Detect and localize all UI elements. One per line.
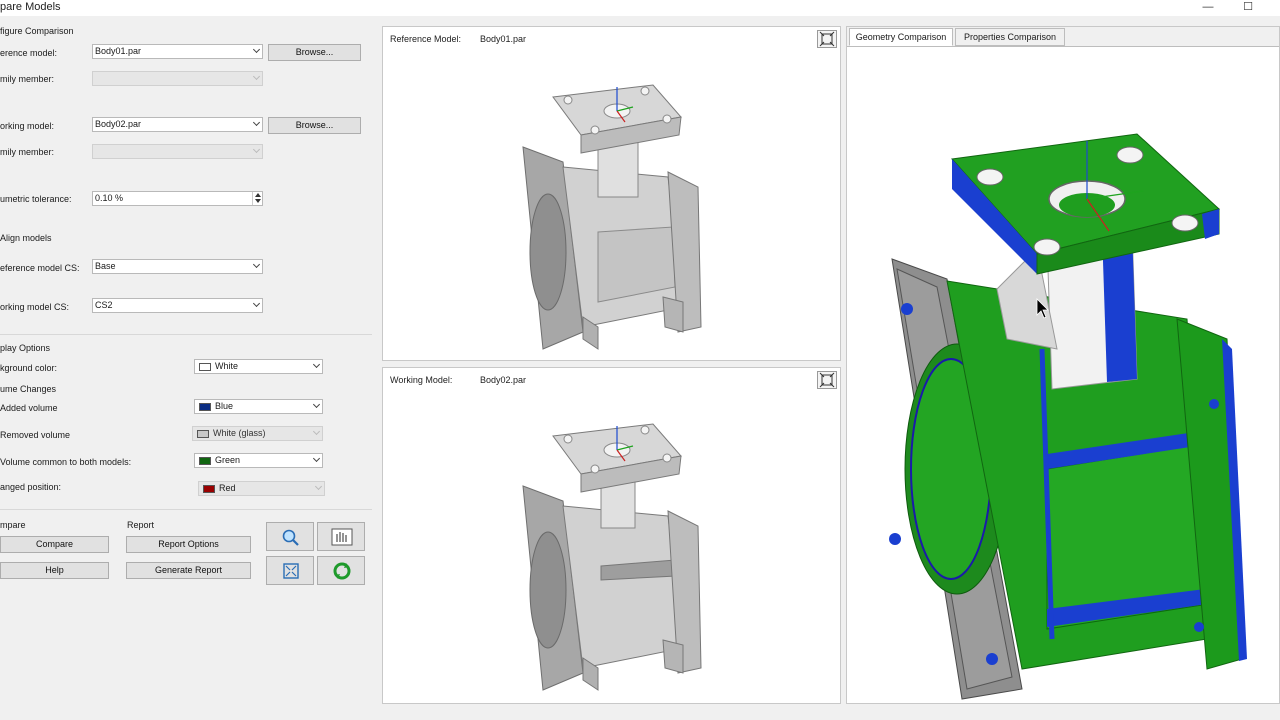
comparison-model-render [889, 133, 1247, 700]
working-model-value: Body02.par [95, 119, 142, 129]
tolerance-label: umetric tolerance: [0, 194, 72, 204]
working-family-label: mily member: [0, 147, 55, 157]
common-volume-combo[interactable]: Green [194, 453, 323, 468]
chevron-down-icon [252, 118, 261, 127]
chevron-down-icon [312, 454, 321, 463]
refresh-icon [333, 562, 351, 580]
added-volume-value: Blue [215, 401, 234, 411]
working-model-render [522, 423, 702, 691]
spin-up-icon[interactable] [255, 193, 261, 197]
minimize-button[interactable]: — [1198, 0, 1218, 16]
tolerance-input[interactable]: 0.10 % [92, 191, 263, 206]
chevron-down-icon [314, 482, 323, 491]
chevron-down-icon [252, 45, 261, 54]
reference-family-combo [92, 71, 263, 86]
compare-heading: mpare [0, 520, 26, 530]
zoom-button[interactable] [266, 522, 314, 551]
background-color-combo[interactable]: White [194, 359, 323, 374]
changed-position-label: anged position: [0, 482, 62, 492]
added-volume-combo[interactable]: Blue [194, 399, 323, 414]
chevron-down-icon [312, 360, 321, 369]
changed-position-value: Red [219, 483, 236, 493]
compare-button[interactable]: Compare [0, 536, 109, 553]
display-heading: play Options [0, 343, 51, 353]
divider [0, 334, 372, 335]
pan-button[interactable] [317, 522, 365, 551]
title-bar: pare Models — ☐ [0, 0, 1280, 16]
reference-cs-label: eference model CS: [0, 263, 80, 273]
reference-family-label: mily member: [0, 74, 55, 84]
refresh-button[interactable] [317, 556, 365, 585]
background-label: kground color: [0, 363, 58, 373]
chevron-down-icon [252, 260, 261, 269]
tab-properties-comparison[interactable]: Properties Comparison [955, 28, 1065, 46]
reference-cs-combo[interactable]: Base [92, 259, 263, 274]
divider [0, 509, 372, 510]
maximize-button[interactable]: ☐ [1238, 0, 1258, 16]
configure-heading: figure Comparison [0, 26, 74, 36]
background-value: White [215, 361, 239, 371]
settings-panel: figure Comparison erence model: Body01.p… [0, 16, 378, 706]
chevron-down-icon [252, 145, 261, 154]
glass-swatch [197, 430, 209, 438]
working-cs-combo[interactable]: CS2 [92, 298, 263, 313]
reference-model-value: Body01.par [95, 46, 142, 56]
spin-buttons[interactable] [252, 192, 262, 205]
chevron-down-icon [252, 299, 261, 308]
working-model-combo[interactable]: Body02.par [92, 117, 263, 132]
align-models-checkbox[interactable]: Align models [0, 233, 52, 243]
fit-view-icon [283, 563, 299, 579]
browse-reference-button[interactable]: Browse... [268, 44, 361, 61]
green-swatch [199, 457, 211, 465]
generate-report-button[interactable]: Generate Report [126, 562, 251, 579]
chevron-down-icon [312, 400, 321, 409]
chevron-down-icon [312, 427, 321, 436]
changed-position-combo: Red [198, 481, 325, 496]
working-cs-label: orking model CS: [0, 302, 70, 312]
common-volume-value: Green [215, 455, 241, 465]
volume-heading: ume Changes [0, 384, 57, 394]
reference-cs-value: Base [95, 261, 116, 271]
red-swatch [203, 485, 215, 493]
fit-view-button[interactable] [266, 556, 314, 585]
common-volume-label: Volume common to both models: [0, 457, 132, 467]
blue-swatch [199, 403, 211, 411]
help-button[interactable]: Help [0, 562, 109, 579]
browse-working-button[interactable]: Browse... [268, 117, 361, 134]
reference-model-render [522, 84, 702, 350]
pan-hand-icon [331, 528, 353, 546]
working-model-label: orking model: [0, 121, 55, 131]
tab-geometry-comparison[interactable]: Geometry Comparison [849, 28, 953, 46]
working-family-combo [92, 144, 263, 159]
reference-model-combo[interactable]: Body01.par [92, 44, 263, 59]
tolerance-value: 0.10 % [95, 193, 124, 203]
reference-model-label: erence model: [0, 48, 58, 58]
reference-viewport[interactable]: Reference Model: Body01.par [382, 26, 841, 361]
comparison-viewport[interactable]: Geometry Comparison Properties Compariso… [846, 26, 1280, 704]
report-options-button[interactable]: Report Options [126, 536, 251, 553]
removed-volume-value: White (glass) [213, 428, 266, 438]
added-volume-label: Added volume [0, 403, 58, 413]
zoom-icon [282, 529, 299, 546]
white-swatch [199, 363, 211, 371]
working-cs-value: CS2 [95, 300, 113, 310]
window-title: pare Models [0, 1, 61, 13]
chevron-down-icon [252, 72, 261, 81]
report-heading: Report [127, 520, 155, 530]
working-viewport[interactable]: Working Model: Body02.par [382, 367, 841, 704]
removed-volume-combo: White (glass) [192, 426, 323, 441]
removed-volume-label: Removed volume [0, 430, 71, 440]
spin-down-icon[interactable] [255, 199, 261, 203]
